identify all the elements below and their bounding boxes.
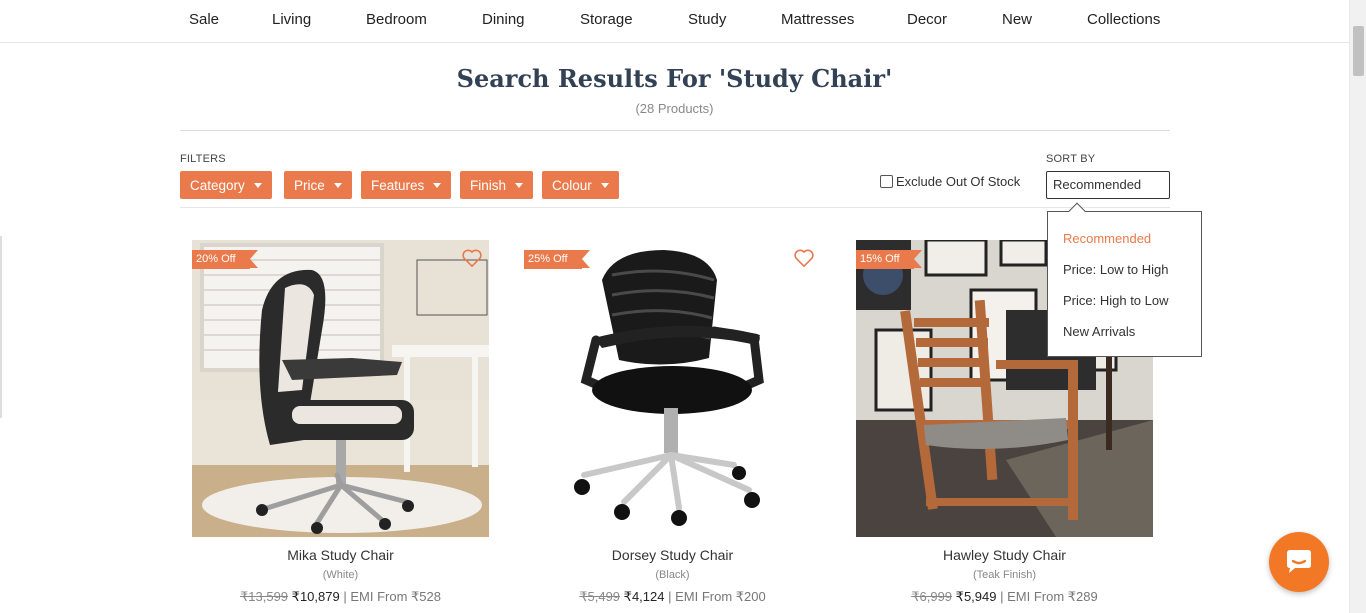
nav-item-dining[interactable]: Dining	[482, 11, 525, 28]
nav-item-study[interactable]: Study	[688, 11, 726, 28]
title-divider	[180, 130, 1170, 131]
filter-label: Colour	[552, 177, 592, 193]
vertical-scrollbar[interactable]	[1349, 0, 1366, 613]
heart-icon[interactable]	[461, 248, 483, 273]
chevron-down-icon	[433, 182, 442, 188]
page-title: Search Results For 'Study Chair'	[456, 64, 893, 93]
filter-price-button[interactable]: Price	[284, 171, 352, 199]
sort-option-new-arrivals[interactable]: New Arrivals	[1063, 324, 1135, 339]
sale-price: ₹4,124	[623, 589, 665, 604]
sale-price: ₹10,879	[291, 589, 340, 604]
nav-item-mattresses[interactable]: Mattresses	[781, 11, 854, 28]
price-separator: |	[1000, 589, 1004, 604]
product-variant: (Teak Finish)	[973, 569, 1036, 581]
discount-badge: 20% Off	[192, 250, 258, 269]
chat-button[interactable]	[1269, 532, 1329, 592]
product-image[interactable]: 25% Off	[524, 240, 821, 537]
price-line: ₹5,499 ₹4,124 | EMI From ₹200	[524, 589, 821, 605]
nav-item-sale[interactable]: Sale	[189, 11, 219, 28]
sort-option-recommended[interactable]: Recommended	[1063, 231, 1151, 246]
emi-text: EMI From ₹289	[1007, 589, 1098, 604]
mrp-price: ₹13,599	[240, 589, 289, 604]
emi-text: EMI From ₹528	[350, 589, 441, 604]
emi-text: EMI From ₹200	[675, 589, 766, 604]
chevron-down-icon	[600, 182, 609, 188]
product-variant: (White)	[322, 569, 359, 581]
study-chair-image	[524, 240, 821, 537]
sort-dropdown-menu: Recommended Price: Low to High Price: Hi…	[1047, 202, 1202, 357]
filters-label: FILTERS	[180, 153, 226, 165]
discount-badge: 25% Off	[524, 250, 590, 269]
nav-item-decor[interactable]: Decor	[907, 11, 947, 28]
scrollbar-thumb[interactable]	[1353, 26, 1364, 76]
nav-item-collections[interactable]: Collections	[1087, 11, 1160, 28]
price-line: ₹13,599 ₹10,879 | EMI From ₹528	[192, 589, 489, 605]
filter-label: Category	[190, 177, 245, 193]
filter-label: Features	[371, 177, 425, 193]
chat-icon	[1287, 550, 1311, 573]
exclude-out-of-stock-checkbox[interactable]	[880, 175, 893, 188]
product-name[interactable]: Dorsey Study Chair	[524, 547, 821, 563]
exclude-out-of-stock-label: Exclude Out Of Stock	[896, 174, 1021, 189]
nav-item-new[interactable]: New	[1002, 11, 1032, 28]
top-navigation: Sale Living Bedroom Dining Storage Study…	[0, 0, 1349, 43]
product-card[interactable]: 20% Off Mika Study Chair (White) ₹13,599…	[192, 240, 489, 605]
left-edge-divider	[0, 236, 2, 418]
page: Sale Living Bedroom Dining Storage Study…	[0, 0, 1366, 613]
filter-label: Price	[294, 177, 325, 193]
product-name[interactable]: Hawley Study Chair	[856, 547, 1153, 563]
dropdown-notch	[1068, 202, 1086, 220]
product-card[interactable]: 25% Off Dorsey Study Chair (Black) ₹5,49…	[524, 240, 821, 605]
exclude-out-of-stock[interactable]: Exclude Out Of Stock	[880, 174, 1020, 189]
sort-by-label: SORT BY	[1046, 153, 1096, 165]
sale-price: ₹5,949	[955, 589, 997, 604]
product-variant: (Black)	[655, 569, 690, 581]
sort-option-price-low-high[interactable]: Price: Low to High	[1063, 262, 1169, 277]
nav-item-living[interactable]: Living	[272, 11, 311, 28]
discount-badge: 15% Off	[856, 250, 922, 269]
filter-label: Finish	[470, 177, 507, 193]
filters-divider	[180, 207, 1170, 208]
heart-icon[interactable]	[793, 248, 815, 273]
price-separator: |	[343, 589, 347, 604]
nav-item-bedroom[interactable]: Bedroom	[366, 11, 427, 28]
chevron-down-icon	[515, 182, 524, 188]
price-separator: |	[668, 589, 672, 604]
filter-colour-button[interactable]: Colour	[542, 171, 619, 199]
product-count: (28 Products)	[635, 101, 714, 116]
nav-item-storage[interactable]: Storage	[580, 11, 633, 28]
product-image[interactable]: 20% Off	[192, 240, 489, 537]
study-chair-image	[192, 240, 489, 537]
filter-features-button[interactable]: Features	[361, 171, 452, 199]
sort-select[interactable]: Recommended	[1046, 171, 1170, 199]
chevron-down-icon	[333, 182, 342, 188]
chevron-down-icon	[253, 182, 262, 188]
product-name[interactable]: Mika Study Chair	[192, 547, 489, 563]
filter-finish-button[interactable]: Finish	[460, 171, 534, 199]
mrp-price: ₹5,499	[579, 589, 621, 604]
mrp-price: ₹6,999	[911, 589, 953, 604]
price-line: ₹6,999 ₹5,949 | EMI From ₹289	[856, 589, 1153, 605]
filter-category-button[interactable]: Category	[180, 171, 272, 199]
sort-option-price-high-low[interactable]: Price: High to Low	[1063, 293, 1169, 308]
